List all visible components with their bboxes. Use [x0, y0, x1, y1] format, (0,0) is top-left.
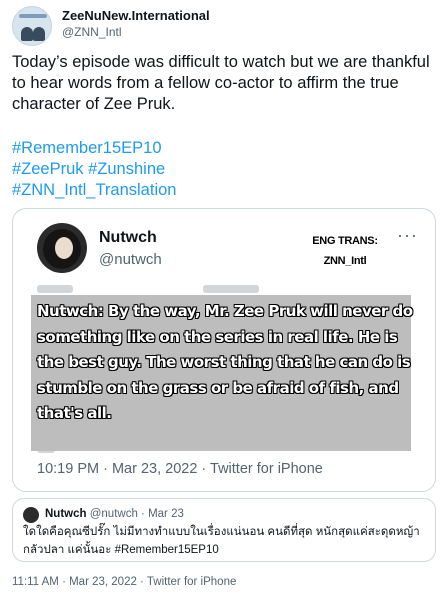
translation-watermark: ENG TRANS: ZNN_Intl — [305, 231, 385, 271]
hashtag-link[interactable]: #ZNN_Intl_Translation — [12, 180, 176, 201]
avatar-figure-right — [33, 27, 45, 41]
watermark-line2: ZNN_Intl — [323, 255, 367, 267]
quoted-avatar — [23, 507, 39, 523]
author-handle[interactable]: @ZNN_Intl — [62, 25, 122, 39]
avatar-face — [55, 237, 73, 259]
quoted-handle-date: @nutwch · Mar 23 — [89, 508, 184, 520]
screenshot-meta: 10:19 PM · Mar 23, 2022 · Twitter for iP… — [37, 461, 323, 477]
tweet-timestamp[interactable]: 11:11 AM · Mar 23, 2022 · Twitter for iP… — [12, 576, 236, 588]
quoted-tweet[interactable]: Nutwch @nutwch · Mar 23 ใดใดคือคุณซีปรั๊… — [12, 498, 436, 562]
translation-text: Nutwch: By the way, Mr. Zee Pruk will ne… — [37, 302, 413, 422]
hashtag-link[interactable]: #ZeePruk #Zunshine — [12, 159, 176, 180]
quoted-text: ใดใดคือคุณซีปรั๊ก ไม่มีทางทำแบบในเรื่องแ… — [23, 526, 420, 556]
more-icon: ··· — [397, 225, 418, 245]
attached-screenshot[interactable]: Nutwch @nutwch ENG TRANS: ZNN_Intl ··· N… — [12, 208, 436, 492]
quoted-header: Nutwch @nutwch · Mar 23 — [45, 508, 184, 520]
screenshot-handle: @nutwch — [99, 251, 162, 268]
hashtag-list: #Remember15EP10 #ZeePruk #Zunshine #ZNN_… — [12, 138, 176, 201]
watermark-line1: ENG TRANS: — [312, 235, 378, 247]
obscured-text — [203, 285, 259, 293]
avatar-art — [19, 14, 47, 18]
tweet-text: Today’s episode was difficult to watch b… — [12, 53, 430, 113]
screenshot-avatar — [37, 223, 87, 273]
avatar-figure-left — [21, 27, 33, 41]
hashtag-link[interactable]: #Remember15EP10 — [12, 138, 176, 159]
author-avatar[interactable] — [12, 6, 52, 46]
obscured-text — [37, 285, 73, 293]
screenshot-name: Nutwch — [99, 229, 157, 246]
quoted-name: Nutwch — [45, 508, 87, 520]
author-display-name[interactable]: ZeeNuNew.International — [62, 8, 210, 23]
